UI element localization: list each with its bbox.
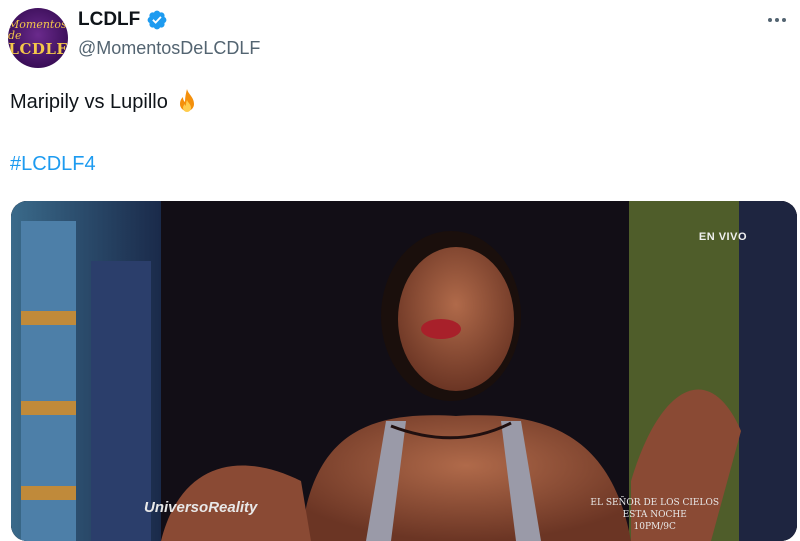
- promo-line-3: 10PM/9C: [633, 522, 676, 532]
- name-row: LCDLF: [78, 9, 168, 31]
- video-media[interactable]: EN VIVO UniversoReality EL SEÑOR DE LOS …: [11, 201, 797, 541]
- fire-emoji-icon: [179, 89, 194, 112]
- avatar-text-top: Momentos de: [8, 18, 67, 42]
- promo-line-1: EL SEÑOR DE LOS CIELOS: [590, 498, 719, 508]
- promo-banner: EL SEÑOR DE LOS CIELOS ESTA NOCHE 10PM/9…: [590, 497, 719, 533]
- tweet-body: Maripily vs Lupillo: [10, 90, 168, 113]
- hashtag-link[interactable]: #LCDLF4: [10, 153, 96, 176]
- video-frame: [11, 201, 797, 541]
- account-handle[interactable]: @MomentosDeLCDLF: [78, 38, 260, 59]
- live-label: EN VIVO: [698, 231, 747, 243]
- channel-watermark: UniversoReality: [144, 499, 258, 516]
- promo-line-2: ESTA NOCHE: [622, 510, 687, 520]
- avatar-text-bottom: LCDLF: [8, 40, 68, 58]
- account-avatar[interactable]: Momentos de LCDLF: [8, 8, 68, 68]
- tweet-text: Maripily vs Lupillo: [10, 88, 200, 116]
- display-name[interactable]: LCDLF: [78, 9, 140, 31]
- verified-badge-icon: [147, 10, 167, 30]
- more-options-icon[interactable]: [764, 10, 790, 30]
